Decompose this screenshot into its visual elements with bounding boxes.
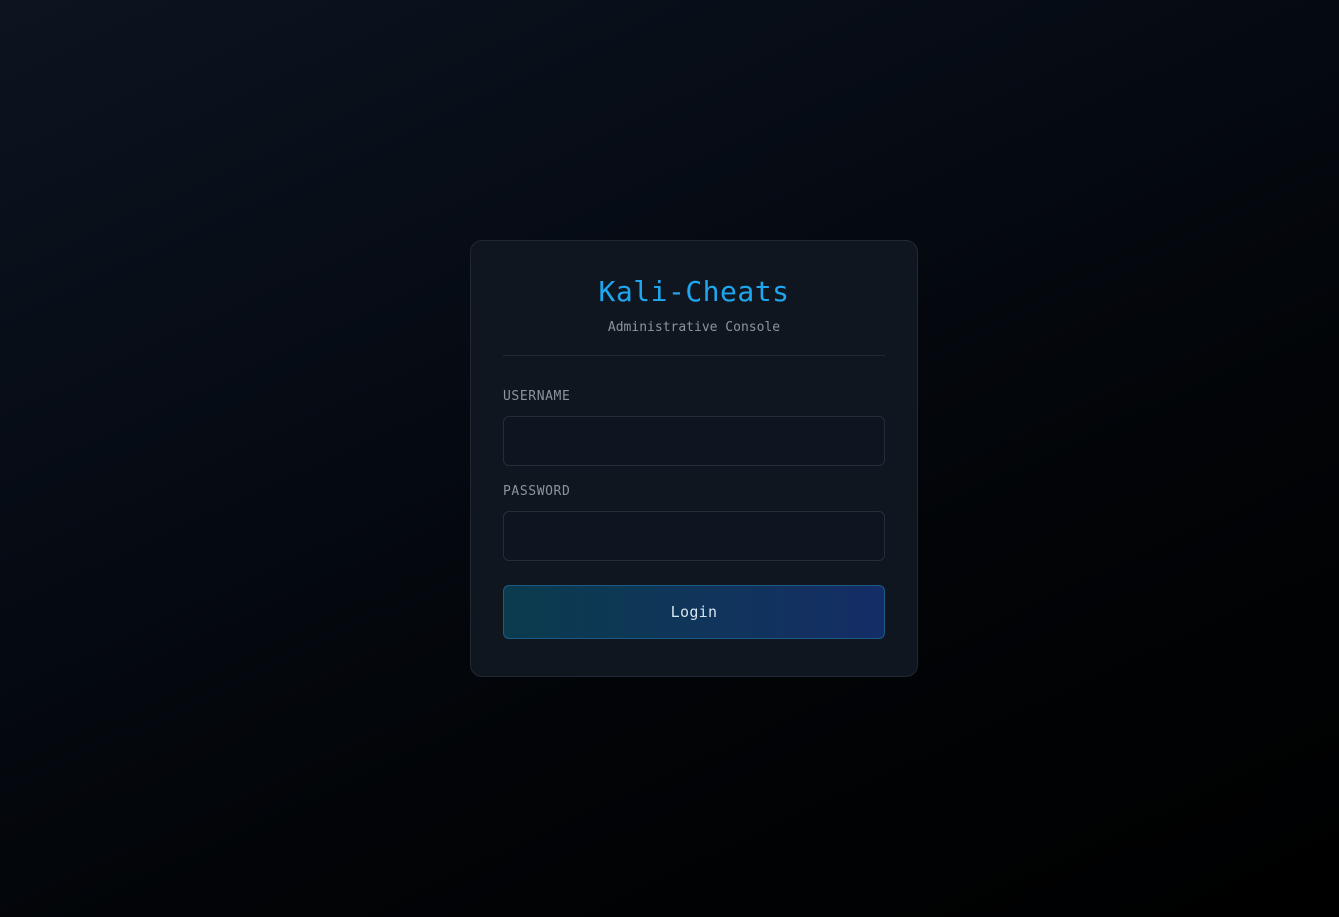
header-divider: [503, 355, 885, 356]
username-input[interactable]: [503, 416, 885, 466]
username-label: USERNAME: [503, 389, 571, 404]
login-card: Kali-Cheats Administrative Console USERN…: [470, 240, 918, 677]
app-subtitle: Administrative Console: [607, 320, 781, 335]
password-label: PASSWORD: [503, 484, 571, 499]
login-button[interactable]: Login: [503, 585, 885, 639]
app-title: Kali-Cheats: [598, 275, 790, 308]
password-input[interactable]: [503, 511, 885, 561]
